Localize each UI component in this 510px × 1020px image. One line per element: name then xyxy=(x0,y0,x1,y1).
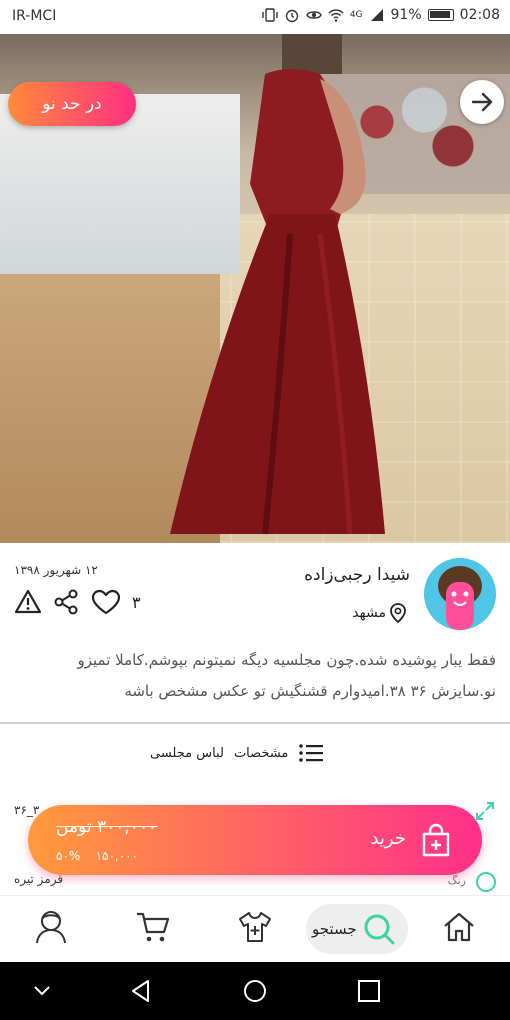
original-price-text: ۳۰۰,۰۰۰ تومن xyxy=(56,817,158,837)
description-line: نو.سایزش ۳۶ ۳۸.امیدوارم قشنگیش تو عکس مش… xyxy=(124,682,496,700)
vibrate-icon xyxy=(262,8,278,22)
original-price: ۳۰۰,۰۰۰ تومن xyxy=(56,817,157,837)
shopping-bag-plus-icon xyxy=(422,823,450,857)
post-actions: ۳ xyxy=(14,588,141,616)
system-navigation-bar xyxy=(0,962,510,1020)
post-date: ۱۲ شهریور ۱۳۹۸ xyxy=(14,563,98,577)
alarm-icon xyxy=(285,9,299,23)
eye-icon xyxy=(306,11,322,19)
network-type: 4G xyxy=(349,10,363,20)
city-name: مشهد xyxy=(352,605,386,621)
battery-icon xyxy=(427,9,454,21)
wifi-icon xyxy=(328,9,344,22)
discount-price-row: ۱۵۰,۰۰۰ ۵۰% xyxy=(56,849,138,863)
status-bar: IR-MCI 4G 91% 02:08 xyxy=(0,0,510,34)
search-tab[interactable]: جستجو xyxy=(306,904,408,954)
report-warning-icon[interactable] xyxy=(14,588,42,616)
expand-icon[interactable] xyxy=(474,800,496,822)
product-description: فقط یبار پوشیده شده.چون مجلسیه دیگه نمیت… xyxy=(14,645,497,707)
back-triangle-icon[interactable] xyxy=(128,978,154,1004)
home-icon[interactable] xyxy=(440,908,478,946)
search-tab-label: جستجو xyxy=(312,920,357,938)
carrier-name: IR-MCI xyxy=(12,8,57,24)
list-icon xyxy=(299,744,324,762)
dress-photo xyxy=(170,34,385,535)
clock: 02:08 xyxy=(459,7,500,23)
product-image-carousel[interactable]: در حد نو xyxy=(0,34,510,543)
seller-location: مشهد xyxy=(352,602,408,624)
buy-button[interactable]: خرید ۳۰۰,۰۰۰ تومن ۱۵۰,۰۰۰ ۵۰% xyxy=(28,805,482,875)
like-count: ۳ xyxy=(132,592,141,612)
discounted-price: ۱۵۰,۰۰۰ xyxy=(95,849,139,863)
bottom-navigation: جستجو xyxy=(0,895,510,962)
size-value: ۳۶_۳ xyxy=(14,803,40,817)
back-button[interactable] xyxy=(460,80,504,124)
color-radio[interactable] xyxy=(476,872,496,892)
signal-icon xyxy=(370,9,383,21)
specs-label: مشخصات xyxy=(233,745,289,761)
add-post-shirt-icon[interactable] xyxy=(236,908,274,946)
seller-name[interactable]: شیدا رجبی‌زاده xyxy=(304,565,410,585)
share-icon[interactable] xyxy=(52,588,80,616)
category-value: لباس مجلسی xyxy=(150,745,224,761)
color-label: رنگ xyxy=(447,874,466,887)
heart-like-icon[interactable] xyxy=(90,588,122,616)
profile-icon[interactable] xyxy=(32,908,70,946)
buy-label: خرید xyxy=(370,828,406,849)
recents-square-icon[interactable] xyxy=(356,978,382,1004)
section-divider xyxy=(0,722,510,724)
cart-icon[interactable] xyxy=(134,908,172,946)
arrow-right-icon xyxy=(471,92,493,112)
location-pin-icon xyxy=(390,603,406,624)
avatar-illustration xyxy=(424,558,496,630)
search-icon xyxy=(364,914,395,945)
discount-percent: ۵۰% xyxy=(56,849,81,863)
chevron-down-icon[interactable] xyxy=(30,978,54,1002)
description-line: فقط یبار پوشیده شده.چون مجلسیه دیگه نمیت… xyxy=(77,651,497,669)
home-circle-icon[interactable] xyxy=(242,978,268,1004)
status-icons: 4G 91% 02:08 xyxy=(262,7,500,23)
seller-avatar[interactable] xyxy=(424,558,496,630)
condition-badge: در حد نو xyxy=(8,82,136,126)
specs-header[interactable]: مشخصات لباس مجلسی xyxy=(150,742,324,764)
battery-percent: 91% xyxy=(390,7,422,23)
